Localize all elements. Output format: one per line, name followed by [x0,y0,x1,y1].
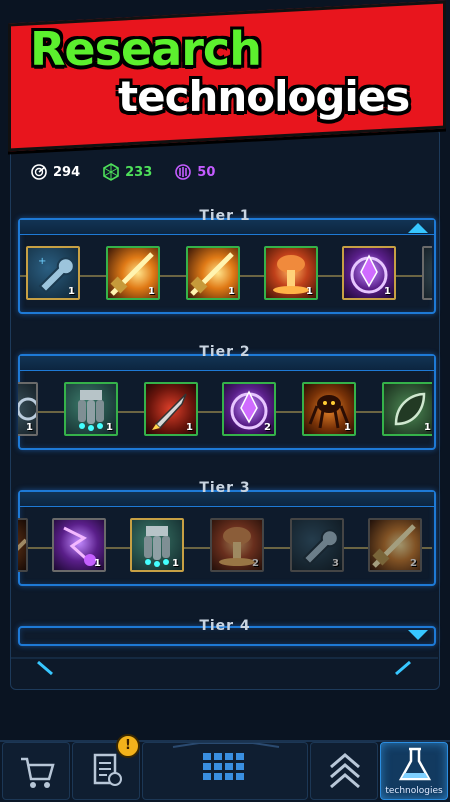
tech-purple-crystal[interactable]: 2 [222,382,276,436]
collapse-arrow-icon[interactable] [408,223,428,233]
chevrons-up-icon [330,753,360,789]
tier-1-tech-track: + 1 1 1 1 1 [20,244,432,308]
grid-menu-icon [172,743,280,780]
banner-title-line2: technologies [118,72,410,121]
resource-value: 50 [197,164,216,180]
resource-green-crystals: 233 [102,163,152,181]
energy-icon [175,164,192,180]
tech-wrench[interactable]: + 1 [26,246,80,300]
main-menu-button[interactable] [142,742,308,800]
tech-purple-lightning[interactable]: 1 [52,518,106,572]
tier-2-title: Tier 2 [199,344,251,360]
tier-2-tech-track: 1 1 1 2 1 1 [18,380,432,444]
tech-triple-missile[interactable]: 1 [64,382,118,436]
technologies-label: technologies [385,786,443,796]
tech-wrench[interactable]: 3 [290,518,344,572]
resource-research-points: 294 [30,163,80,181]
tech-bullet-fire[interactable]: 1 [106,246,160,300]
radar-icon [31,164,47,180]
resource-purple-energy: 50 [174,163,215,181]
banner-title-line1: Research [30,22,262,76]
tech-next-partial[interactable] [422,246,432,300]
tier-1-title: Tier 1 [199,208,251,224]
crystal-icon [103,163,119,181]
tech-bullet-fire[interactable]: 1 [186,246,240,300]
tech-purple-crystal[interactable]: 1 [342,246,396,300]
tier-4-title: Tier 4 [199,618,251,634]
cart-icon [21,757,55,788]
resource-bar: 294 233 50 [30,162,237,182]
tier-3-tech-track: 1 1 2 3 2 [18,516,432,580]
technologies-tab[interactable]: technologies [380,742,448,800]
flask-icon [398,747,432,781]
tech-partial[interactable] [18,518,28,572]
tech-nuke-explosion[interactable]: 2 [210,518,264,572]
resource-value: 233 [125,164,153,180]
tech-rocket[interactable]: 1 [144,382,198,436]
resource-value: 294 [53,164,81,180]
upgrades-button[interactable] [310,742,378,800]
tech-triple-missile[interactable]: 1 [130,518,184,572]
svg-text:+: + [38,256,46,267]
panel-bottom-decoration [10,657,438,676]
partial-tech-icon [18,538,26,551]
tech-partial[interactable]: 1 [18,382,38,436]
shop-button[interactable] [2,742,70,800]
tech-alien-creature[interactable]: 1 [302,382,356,436]
tech-green-leaf[interactable]: 1 [382,382,432,436]
tech-bullet-fire[interactable]: 2 [368,518,422,572]
tech-nuke-explosion[interactable]: 1 [264,246,318,300]
alert-badge: ! [116,734,140,758]
tier-3-title: Tier 3 [199,480,251,496]
